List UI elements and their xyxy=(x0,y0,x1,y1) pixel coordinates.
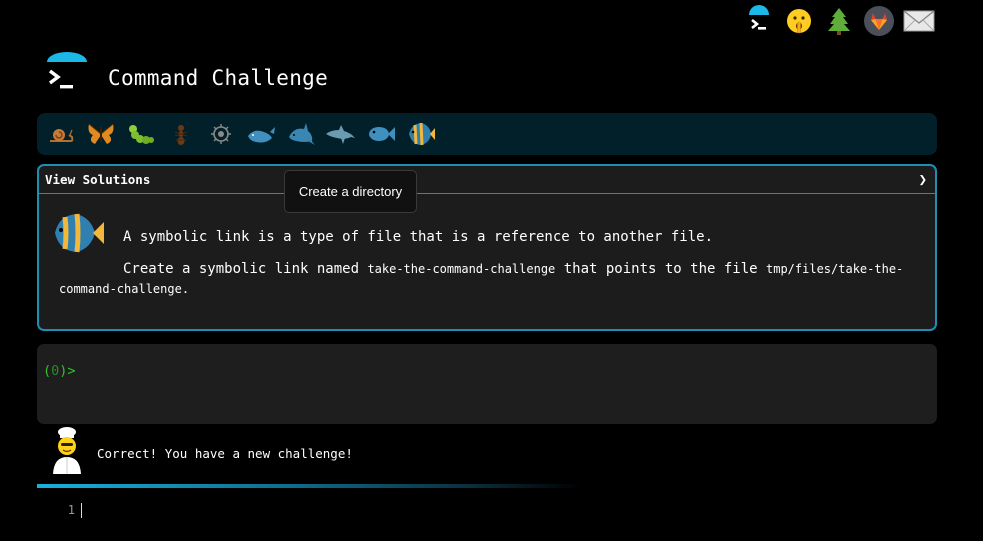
fish-level-icon[interactable] xyxy=(363,116,399,152)
progress-bar xyxy=(37,484,582,488)
terminal-icon[interactable] xyxy=(743,4,775,38)
dolphin-level-icon[interactable] xyxy=(323,116,359,152)
tree-icon[interactable] xyxy=(823,4,855,38)
caterpillar-level-icon[interactable] xyxy=(123,116,159,152)
top-icon-bar xyxy=(743,4,935,38)
feedback-message: Correct! You have a new challenge! xyxy=(97,446,353,461)
page-title: Command Challenge xyxy=(108,66,329,90)
link-name-code: take-the-command-challenge xyxy=(367,262,556,276)
microbe-level-icon[interactable] xyxy=(203,116,239,152)
tooltip: Create a directory xyxy=(284,170,417,213)
line-number: 1 xyxy=(67,503,75,517)
challenge-description: Create a symbolic link named take-the-co… xyxy=(59,261,904,296)
envelope-icon[interactable] xyxy=(903,4,935,38)
view-solutions-label: View Solutions xyxy=(45,172,151,187)
chef-icon xyxy=(50,426,84,474)
level-selector xyxy=(37,113,937,155)
view-solutions-toggle[interactable]: View Solutions ❯ xyxy=(39,166,935,194)
tropical-fish-icon xyxy=(51,210,105,256)
shushing-face-icon[interactable] xyxy=(783,4,815,38)
gitlab-icon[interactable] xyxy=(863,4,895,38)
snail-level-icon[interactable] xyxy=(43,116,79,152)
tropical-fish-level-icon[interactable] xyxy=(403,116,439,152)
logo-icon xyxy=(46,52,88,94)
shark-level-icon[interactable] xyxy=(283,116,319,152)
terminal-prompt: (0)> xyxy=(43,363,76,379)
whale-level-icon[interactable] xyxy=(243,116,279,152)
challenge-panel: View Solutions ❯ A symbolic link is a ty… xyxy=(37,164,937,331)
terminal-output: (0)> xyxy=(37,344,937,424)
chevron-right-icon: ❯ xyxy=(918,171,927,188)
challenge-intro: A symbolic link is a type of file that i… xyxy=(123,229,714,245)
text-cursor xyxy=(81,502,82,518)
butterfly-level-icon[interactable] xyxy=(83,116,119,152)
command-editor[interactable]: 1 xyxy=(37,498,637,522)
ant-level-icon[interactable] xyxy=(163,116,199,152)
